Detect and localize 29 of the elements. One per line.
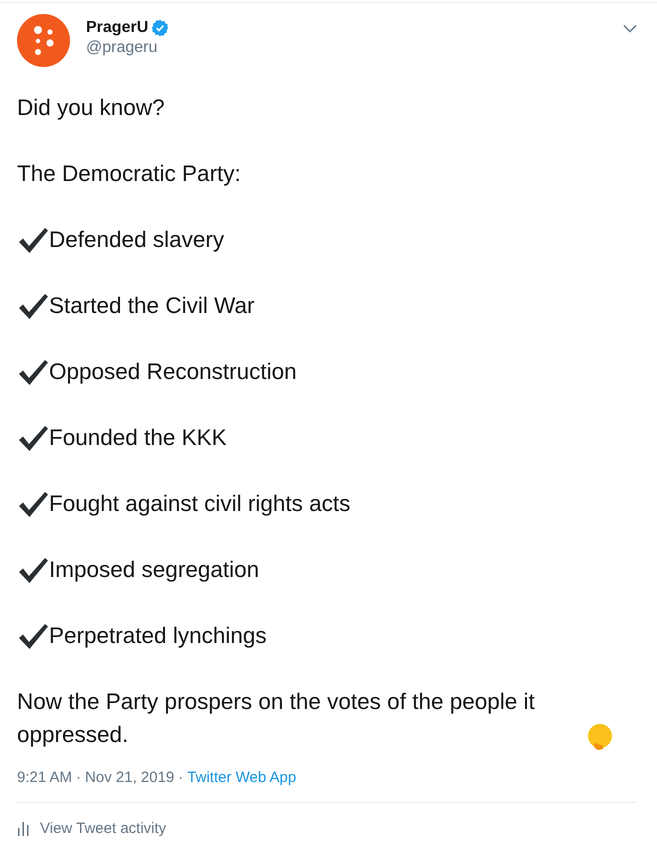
tweet-text: Perpetrated lynchings [49,622,267,650]
bar-chart-icon [17,821,30,836]
check-icon [17,358,49,386]
tweet-text: Started the Civil War [49,292,254,320]
tweet-text: Founded the KKK [49,424,227,452]
tweet-text: The Democratic Party: [17,161,241,186]
tweet-text: Did you know? [17,95,165,120]
tweet-text: Fought against civil rights acts [49,490,350,518]
check-icon [17,226,49,254]
check-icon [17,424,49,452]
meta-separator: · [178,769,184,786]
tweet-text: Defended slavery [49,226,224,254]
author-handle[interactable]: @prageru [86,38,623,58]
check-icon [17,556,49,584]
tweet-text: Opposed Reconstruction [49,358,297,386]
check-icon [17,490,49,518]
tweet-activity-button[interactable]: View Tweet activity [17,802,640,850]
meta-separator: · [76,769,82,786]
author-name[interactable]: PragerU [86,18,148,38]
tweet-time[interactable]: 9:21 AM [17,769,72,786]
avatar-icon[interactable] [17,14,70,67]
tweet-text: Imposed segregation [49,556,260,584]
check-icon [17,622,49,650]
tweet-text: Now the Party prospers on the votes of the people it oppressed. [17,688,536,749]
chevron-down-icon[interactable] [623,24,637,33]
source-link[interactable]: Twitter Web App [187,769,296,786]
check-icon [17,292,49,320]
tweet-date[interactable]: Nov 21, 2019 [85,769,174,786]
emoji-icon [586,723,614,751]
